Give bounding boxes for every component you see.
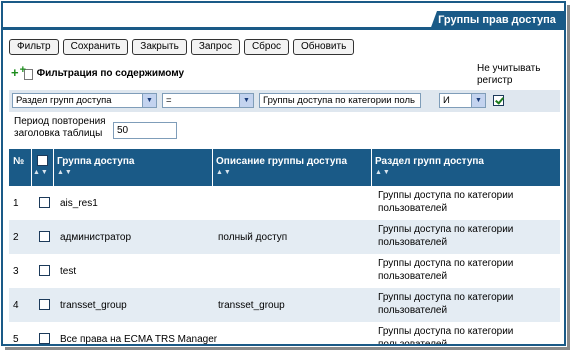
table-row[interactable]: 1 ais_res1 Группы доступа по категории по… <box>9 186 560 220</box>
group-section: Группы доступа по категории пользователей <box>378 326 514 346</box>
sort-arrows-icon[interactable]: ▲▼ <box>216 169 232 176</box>
row-checkbox[interactable] <box>39 299 50 310</box>
group-name[interactable]: ais_res1 <box>60 197 98 210</box>
row-checkbox[interactable] <box>39 265 50 276</box>
column-header-description[interactable]: Описание группы доступа ▲▼ <box>212 149 371 186</box>
row-checkbox[interactable] <box>39 231 50 242</box>
window-shadow-bottom <box>5 347 570 350</box>
sort-arrows-icon[interactable]: ▲▼ <box>57 169 73 176</box>
sort-arrows-icon[interactable]: ▲▼ <box>375 169 391 176</box>
close-button[interactable]: Закрыть <box>132 39 187 55</box>
row-checkbox[interactable] <box>39 333 50 344</box>
content-filter-title: Фильтрация по содержимому <box>36 67 185 79</box>
filter-value-input[interactable]: Группы доступа по категории поль <box>259 93 421 108</box>
table-row[interactable]: 5 Все права на ECMA TRS Manager Группы д… <box>9 322 560 346</box>
chevron-down-icon: ▼ <box>239 94 253 107</box>
window-shadow-right <box>567 5 570 349</box>
query-button[interactable]: Запрос <box>190 39 240 55</box>
group-name[interactable]: test <box>60 265 76 278</box>
reset-button[interactable]: Сброс <box>243 39 290 55</box>
column-divider <box>53 149 54 186</box>
toolbar: Фильтр Сохранить Закрыть Запрос Сброс Об… <box>9 39 355 55</box>
select-all-checkbox[interactable] <box>37 155 48 166</box>
ignore-case-label: Не учитывать регистр <box>477 63 541 86</box>
table-row[interactable]: 4 transset_group transset_group Группы д… <box>9 288 560 322</box>
add-group-icon[interactable]: + <box>20 64 33 80</box>
filter-button[interactable]: Фильтр <box>9 39 59 55</box>
group-name[interactable]: администратор <box>60 231 131 244</box>
row-number: 2 <box>13 232 19 243</box>
group-section: Группы доступа по категории пользователей <box>378 258 514 282</box>
group-section: Группы доступа по категории пользователей <box>378 224 514 248</box>
row-number: 5 <box>13 334 19 345</box>
row-number: 1 <box>13 198 19 209</box>
filter-field-select[interactable]: Раздел групп доступа ▼ <box>12 93 157 108</box>
group-name[interactable]: Все права на ECMA TRS Manager <box>60 333 217 344</box>
column-header-section[interactable]: Раздел групп доступа ▲▼ <box>371 149 560 186</box>
row-number: 4 <box>13 300 19 311</box>
window-frame: Группы прав доступа Фильтр Сохранить Зак… <box>1 1 566 346</box>
filter-operator-select[interactable]: = ▼ <box>162 93 254 108</box>
header-repeat-label: Период повторения заголовка таблицы <box>14 116 106 139</box>
content-filter-header: + + Фильтрация по содержимому <box>11 64 185 80</box>
row-number: 3 <box>13 266 19 277</box>
chevron-down-icon: ▼ <box>142 94 156 107</box>
header-repeat-input[interactable]: 50 <box>113 122 177 139</box>
column-divider <box>371 149 372 186</box>
column-divider <box>212 149 213 186</box>
sort-arrows-icon[interactable]: ▲▼ <box>33 169 49 176</box>
column-header-group[interactable]: Группа доступа ▲▼ <box>53 149 212 186</box>
group-name[interactable]: transset_group <box>60 299 127 312</box>
column-divider <box>31 149 32 186</box>
refresh-button[interactable]: Обновить <box>293 39 355 55</box>
filter-condition-row: Раздел групп доступа ▼ = ▼ Группы доступа … <box>9 90 560 112</box>
group-description: transset_group <box>218 300 285 311</box>
group-section: Группы доступа по категории пользователей <box>378 292 514 316</box>
chevron-down-icon: ▼ <box>471 94 485 107</box>
column-header-select: ▲▼ <box>31 149 53 186</box>
table-row[interactable]: 2 администратор полный доступ Группы дос… <box>9 220 560 254</box>
table-row[interactable]: 3 test Группы доступа по категории пользо… <box>9 254 560 288</box>
group-description: полный доступ <box>218 232 288 243</box>
row-checkbox[interactable] <box>39 197 50 208</box>
group-section: Группы доступа по категории пользователей <box>378 190 514 214</box>
filter-logic-select[interactable]: И ▼ <box>439 93 486 108</box>
column-header-number: № <box>9 149 31 186</box>
add-condition-icon[interactable]: + <box>11 66 19 79</box>
tab-access-groups[interactable]: Группы прав доступа <box>430 11 564 30</box>
ignore-case-checkbox[interactable] <box>493 95 504 106</box>
save-button[interactable]: Сохранить <box>62 39 129 55</box>
